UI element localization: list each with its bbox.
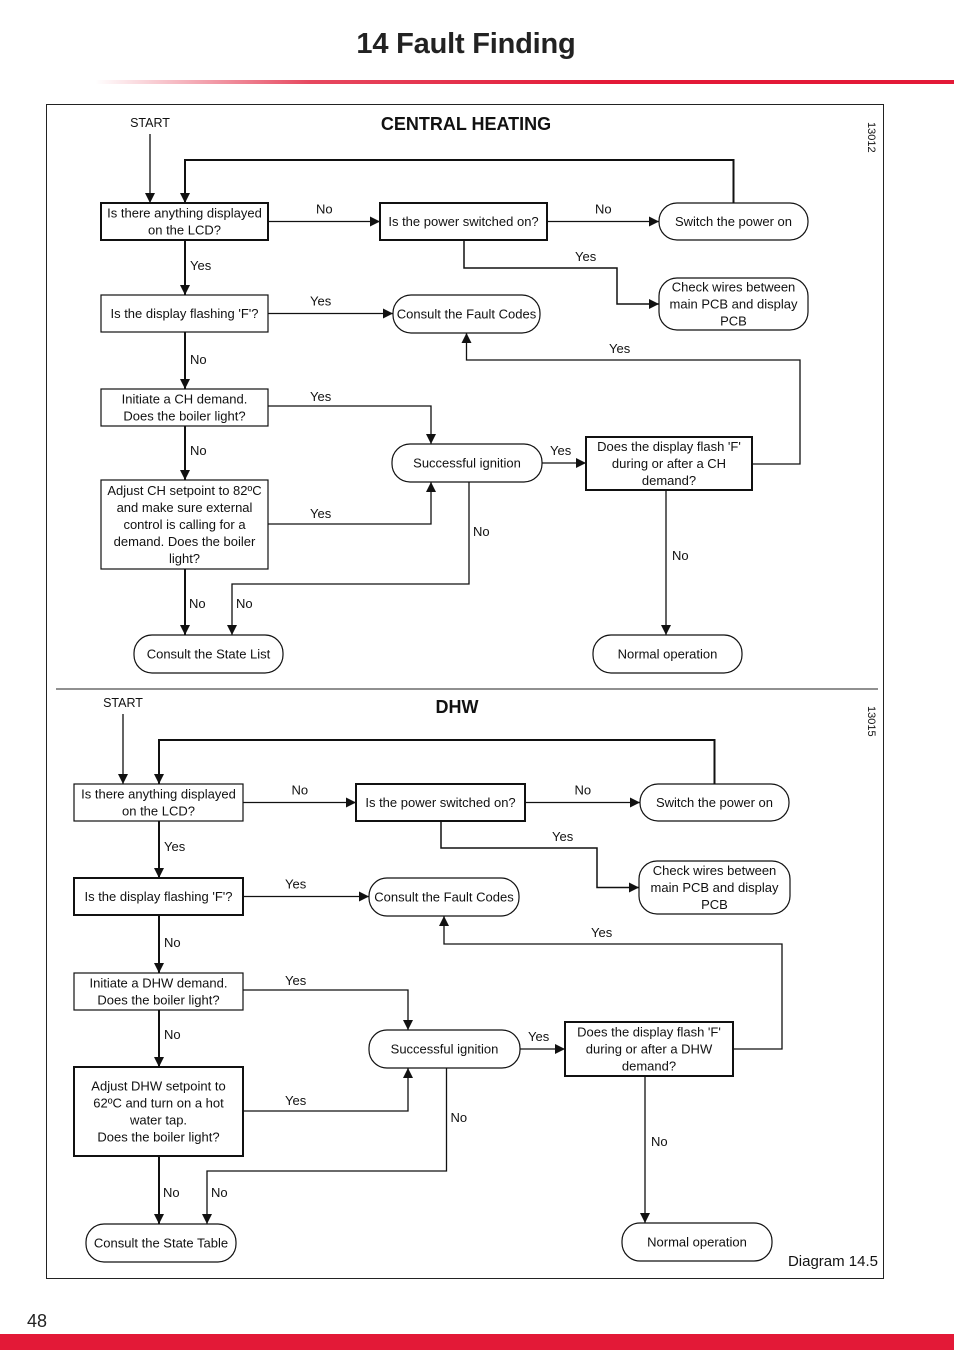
edge-label: No bbox=[236, 596, 253, 611]
edge-label: Yes bbox=[528, 1029, 550, 1044]
edge-label: Yes bbox=[550, 443, 572, 458]
edge-label: No bbox=[163, 1185, 180, 1200]
edge-label: Yes bbox=[285, 877, 307, 892]
start-label: START bbox=[103, 696, 143, 710]
node-text: Is the power switched on? bbox=[365, 795, 515, 810]
diagram-ref-code: 13015 bbox=[865, 706, 877, 737]
node-text: Adjust CH setpoint to 82ºC bbox=[107, 483, 261, 498]
edge-label: No bbox=[189, 596, 206, 611]
node-text: light? bbox=[169, 551, 200, 566]
edge-label: Yes bbox=[310, 389, 332, 404]
node-text: Is there anything displayed bbox=[81, 787, 236, 802]
edge-label: No bbox=[451, 1110, 468, 1125]
node-text: PCB bbox=[720, 314, 747, 329]
arrow-adjust-yes bbox=[268, 482, 436, 525]
edge-label: Yes bbox=[164, 839, 186, 854]
start-label: START bbox=[130, 116, 170, 130]
node-text: Consult the State List bbox=[147, 647, 271, 662]
node-text: on the LCD? bbox=[148, 223, 221, 238]
diagram-caption: Diagram 14.5 bbox=[788, 1253, 878, 1270]
edge-label: No bbox=[190, 443, 207, 458]
node-text: Check wires between bbox=[672, 280, 796, 295]
node-text: Normal operation bbox=[647, 1235, 747, 1250]
node-text: Is the display flashing 'F'? bbox=[110, 306, 258, 321]
page-number: 48 bbox=[27, 1311, 48, 1331]
node-text: control is calling for a bbox=[123, 517, 246, 532]
node-text: Does the display flash 'F' bbox=[577, 1025, 721, 1040]
node-text: Does the boiler light? bbox=[97, 1130, 219, 1145]
diagram-ref-code: 13012 bbox=[865, 122, 877, 153]
node-text: during or after a CH bbox=[612, 456, 726, 471]
edge-label: Yes bbox=[285, 1093, 307, 1108]
edge-label: No bbox=[292, 783, 309, 798]
node-text: demand? bbox=[622, 1059, 676, 1074]
edge-label: No bbox=[672, 548, 689, 563]
loop-back-arrow bbox=[154, 739, 716, 784]
footer-bar bbox=[0, 1334, 954, 1350]
edge-label: Yes bbox=[575, 249, 597, 264]
node-text: main PCB and display bbox=[651, 880, 779, 895]
node-text: Switch the power on bbox=[656, 795, 773, 810]
node-text: on the LCD? bbox=[122, 804, 195, 819]
flowchart-ch: CENTRAL HEATING 13012 START Is there anythi… bbox=[100, 114, 877, 674]
node-text: 62ºC and turn on a hot bbox=[93, 1096, 224, 1111]
node-text: Is there anything displayed bbox=[107, 206, 262, 221]
fault-finding-flowcharts: CENTRAL HEATING 13012 START Is there anythi… bbox=[56, 114, 878, 1270]
section-heading: CENTRAL HEATING bbox=[381, 114, 551, 134]
node-text: demand. Does the boiler bbox=[114, 534, 256, 549]
flowchart-dhw: DHW 13015 START Is there anything displayed… bbox=[56, 688, 878, 1263]
node-text: Check wires between bbox=[653, 863, 777, 878]
edge-label: Yes bbox=[310, 506, 332, 521]
edge-label: No bbox=[164, 1027, 181, 1042]
node-text: Normal operation bbox=[618, 647, 718, 662]
edge-label: No bbox=[651, 1134, 668, 1149]
arrow-adjust-yes bbox=[243, 1068, 413, 1112]
node-text: Switch the power on bbox=[675, 214, 792, 229]
arrow-demand-yes bbox=[243, 989, 413, 1030]
node-text: main PCB and display bbox=[670, 297, 798, 312]
node-text: water tap. bbox=[129, 1113, 187, 1128]
edge-label: No bbox=[190, 352, 207, 367]
edge-label: No bbox=[473, 524, 490, 539]
edge-label: Yes bbox=[190, 258, 212, 273]
node-text: Consult the Fault Codes bbox=[374, 890, 514, 905]
node-text: Does the display flash 'F' bbox=[597, 439, 741, 454]
edge-label: No bbox=[316, 202, 333, 217]
node-text: Successful ignition bbox=[391, 1042, 499, 1057]
node-text: demand? bbox=[642, 473, 696, 488]
section-heading: DHW bbox=[436, 697, 479, 717]
edge-label: Yes bbox=[552, 829, 574, 844]
edge-label: No bbox=[575, 783, 592, 798]
edge-label: Yes bbox=[285, 973, 307, 988]
edge-label: No bbox=[164, 935, 181, 950]
edge-label: Yes bbox=[591, 925, 613, 940]
edge-label: No bbox=[211, 1185, 228, 1200]
node-text: Does the boiler light? bbox=[97, 993, 219, 1008]
node-text: during or after a DHW bbox=[586, 1042, 713, 1057]
edge-label: No bbox=[595, 202, 612, 217]
node-text: Successful ignition bbox=[413, 456, 521, 471]
node-text: Does the boiler light? bbox=[123, 409, 245, 424]
edge-label: Yes bbox=[609, 341, 631, 356]
node-text: Consult the Fault Codes bbox=[397, 307, 537, 322]
node-text: and make sure external bbox=[117, 500, 253, 515]
node-text: Consult the State Table bbox=[94, 1236, 228, 1251]
node-text: Is the power switched on? bbox=[388, 214, 538, 229]
loop-back-arrow bbox=[180, 159, 735, 203]
edge-label: Yes bbox=[310, 294, 332, 309]
arrow-demand-yes bbox=[268, 405, 436, 444]
node-text: Initiate a DHW demand. bbox=[89, 976, 227, 991]
node-text: Adjust DHW setpoint to bbox=[91, 1079, 225, 1094]
node-text: Is the display flashing 'F'? bbox=[84, 889, 232, 904]
node-text: PCB bbox=[701, 897, 728, 912]
node-text: Initiate a CH demand. bbox=[122, 392, 248, 407]
